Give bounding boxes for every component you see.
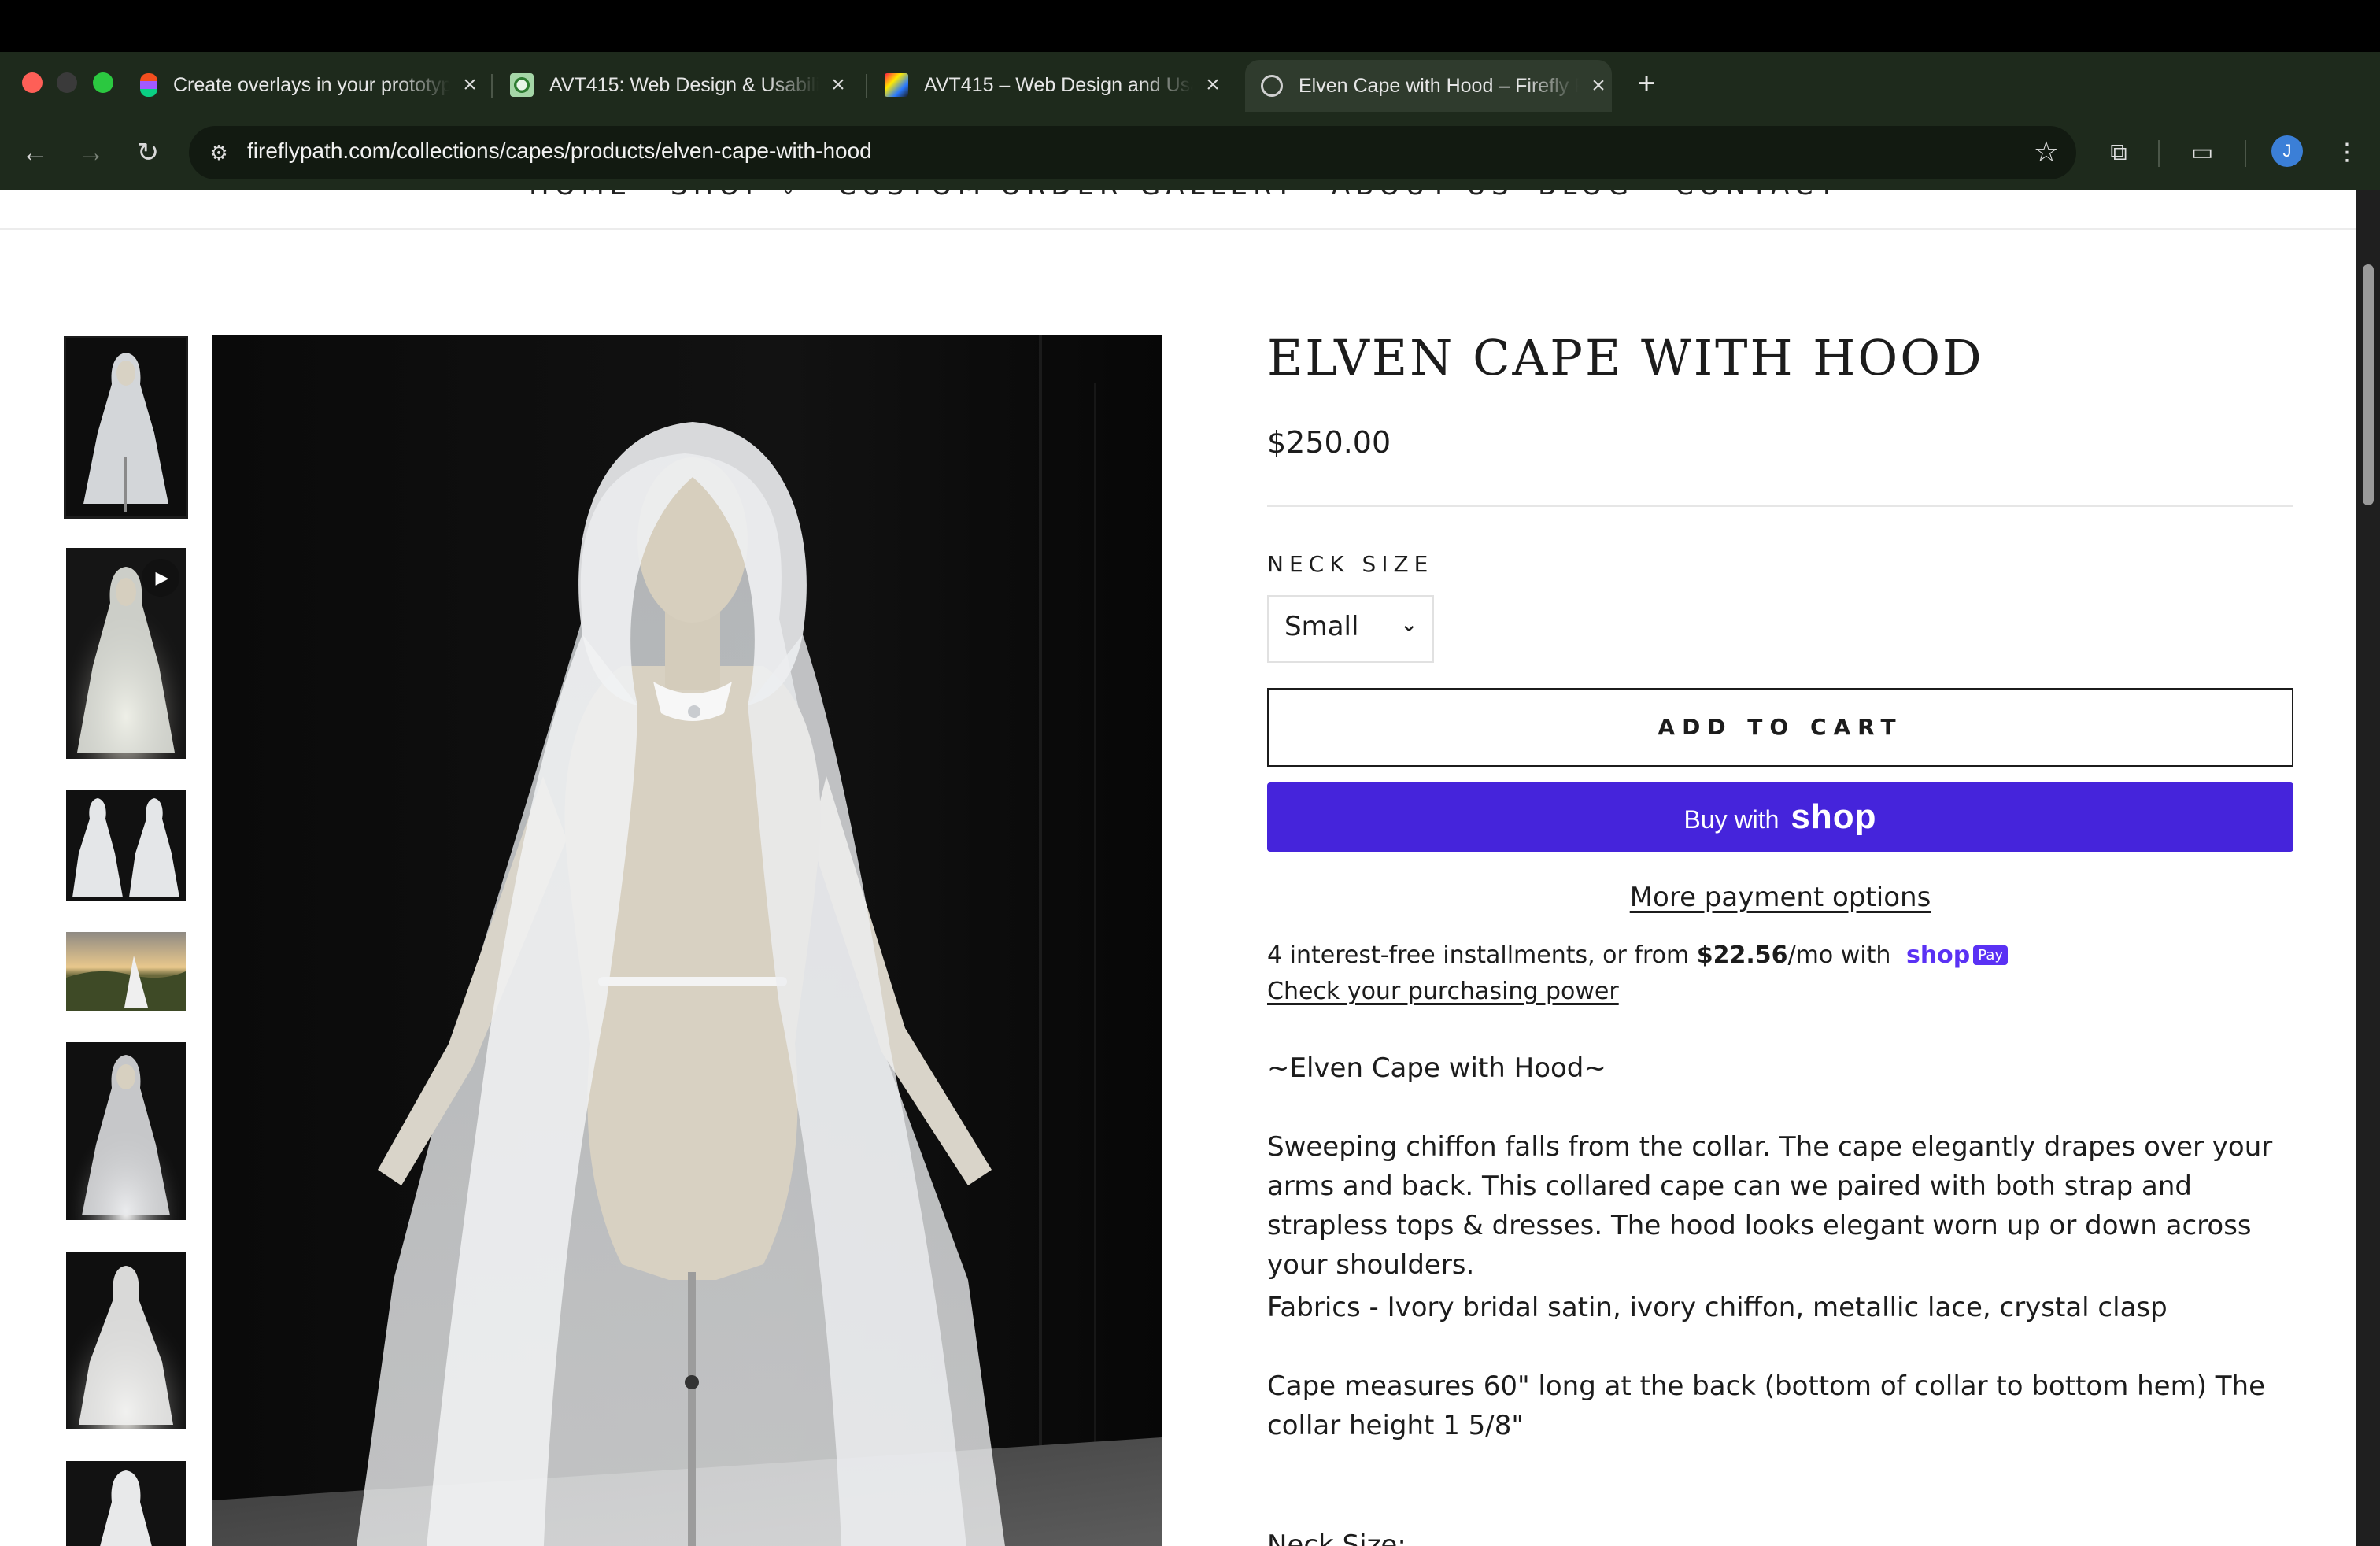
toolbar-divider bbox=[2245, 140, 2246, 167]
shop-pay-logo: shop bbox=[1905, 941, 1971, 969]
tab-divider bbox=[491, 74, 493, 98]
cape-thumbnail-image bbox=[66, 338, 186, 516]
landscape-thumbnail-image bbox=[66, 932, 186, 1011]
nav-blog[interactable]: BLOG bbox=[1538, 190, 1634, 202]
new-tab-button[interactable]: + bbox=[1629, 66, 1664, 101]
cape-thumbnail-image bbox=[66, 1252, 186, 1429]
close-icon[interactable]: × bbox=[1199, 72, 1226, 98]
product-thumbnail[interactable] bbox=[66, 1461, 186, 1546]
browser-tab[interactable]: AVT415 – Web Design and Usability × bbox=[885, 63, 1226, 107]
shop-pay-badge: Pay bbox=[1973, 945, 2009, 965]
profile-avatar[interactable]: J bbox=[2271, 135, 2303, 167]
site-navigation: HOME SHOP ⌄ CUSTOM ORDER GALLERY ABOUT U… bbox=[0, 190, 2356, 230]
neck-size-label: NECK SIZE bbox=[1267, 551, 1434, 577]
nav-custom-order[interactable]: CUSTOM ORDER bbox=[837, 190, 1124, 202]
toolbar-divider bbox=[2158, 140, 2160, 167]
buy-with-shop-button[interactable]: Buy with shop bbox=[1267, 782, 2293, 852]
bookmark-star-icon[interactable]: ☆ bbox=[2034, 135, 2059, 168]
neck-size-select[interactable]: Small ⌄ bbox=[1267, 595, 1434, 663]
globe-icon bbox=[1261, 75, 1283, 97]
tab-title: Elven Cape with Hood – Firefly Path bbox=[1299, 74, 1579, 97]
description-measurements: Cape measures 60" long at the back (bott… bbox=[1267, 1370, 2266, 1441]
close-icon[interactable]: × bbox=[456, 72, 483, 98]
gradient-icon bbox=[885, 73, 908, 97]
close-icon[interactable]: × bbox=[825, 72, 852, 98]
browser-tab[interactable]: AVT415: Web Design & Usability × bbox=[510, 63, 852, 107]
tab-title: Create overlays in your prototype bbox=[173, 73, 450, 96]
page-scrollbar[interactable] bbox=[2356, 190, 2380, 1546]
browser-tab[interactable]: Create overlays in your prototype × bbox=[137, 63, 483, 107]
description-heading: ~Elven Cape with Hood~ bbox=[1267, 1052, 1606, 1084]
nav-shop[interactable]: SHOP ⌄ bbox=[671, 190, 801, 202]
chevron-down-icon: ⌄ bbox=[781, 190, 800, 199]
nav-shop-label: SHOP bbox=[671, 190, 767, 202]
url-text[interactable]: fireflypath.com/collections/capes/produc… bbox=[247, 139, 872, 164]
product-thumbnail[interactable] bbox=[66, 1252, 186, 1429]
close-window-button[interactable] bbox=[22, 72, 42, 93]
cape-mannequin-image bbox=[213, 335, 1162, 1546]
installments-suffix: /mo with bbox=[1787, 941, 1891, 969]
check-purchasing-power-link[interactable]: Check your purchasing power bbox=[1267, 978, 1619, 1005]
divider bbox=[1267, 505, 2293, 507]
installments-amount: $22.56 bbox=[1696, 941, 1788, 969]
product-thumbnail[interactable] bbox=[66, 1042, 186, 1220]
product-thumbnail[interactable] bbox=[66, 932, 186, 1011]
installments-text: 4 interest-free installments, or from $2… bbox=[1267, 941, 2009, 969]
address-bar[interactable]: ⚙ fireflypath.com/collections/capes/prod… bbox=[189, 126, 2076, 179]
scrollbar-thumb[interactable] bbox=[2363, 264, 2374, 505]
cape-thumbnail-image bbox=[66, 790, 186, 901]
nav-contact[interactable]: CONTACT bbox=[1675, 190, 1840, 202]
neck-size-value: Small bbox=[1284, 611, 1359, 642]
maximize-window-button[interactable] bbox=[93, 72, 113, 93]
close-icon[interactable]: × bbox=[1585, 72, 1612, 99]
description-neck-size: Neck Size: bbox=[1267, 1529, 1406, 1546]
browser-tab-active[interactable]: Elven Cape with Hood – Firefly Path × bbox=[1245, 60, 1612, 112]
product-video-thumbnail[interactable]: ▶ bbox=[66, 548, 186, 759]
product-thumbnail[interactable] bbox=[64, 336, 188, 519]
tab-search-icon[interactable]: ▭ bbox=[2186, 137, 2218, 168]
description-paragraph: Sweeping chiffon falls from the collar. … bbox=[1267, 1131, 2273, 1281]
tab-title: AVT415: Web Design & Usability bbox=[549, 73, 819, 96]
installments-prefix: 4 interest-free installments, or from bbox=[1267, 941, 1697, 969]
add-to-cart-button[interactable]: ADD TO CART bbox=[1267, 688, 2293, 767]
nav-about-us[interactable]: ABOUT US bbox=[1332, 190, 1514, 202]
site-settings-icon[interactable]: ⚙ bbox=[206, 140, 231, 165]
tab-title: AVT415 – Web Design and Usability bbox=[924, 73, 1193, 96]
menu-bar bbox=[0, 0, 2380, 52]
play-icon[interactable]: ▶ bbox=[142, 559, 179, 597]
reload-button[interactable]: ↻ bbox=[131, 135, 165, 170]
more-menu-icon[interactable]: ⋮ bbox=[2331, 137, 2363, 168]
canvas-icon bbox=[510, 73, 534, 97]
nav-gallery[interactable]: GALLERY bbox=[1140, 190, 1297, 202]
web-page: HOME SHOP ⌄ CUSTOM ORDER GALLERY ABOUT U… bbox=[0, 190, 2356, 1546]
product-title: ELVEN CAPE WITH HOOD bbox=[1267, 329, 1984, 386]
buy-with-label: Buy with bbox=[1683, 805, 1779, 834]
description-fabrics: Fabrics - Ivory bridal satin, ivory chif… bbox=[1267, 1292, 2168, 1323]
shop-logo: shop bbox=[1791, 797, 1877, 836]
chevron-down-icon: ⌄ bbox=[1399, 611, 1418, 637]
extensions-icon[interactable]: ⧉ bbox=[2103, 137, 2134, 168]
product-main-image[interactable] bbox=[213, 335, 1162, 1546]
minimize-window-button[interactable] bbox=[57, 72, 77, 93]
figma-icon bbox=[140, 73, 157, 97]
cape-thumbnail-image bbox=[66, 1042, 186, 1220]
more-payment-options-link[interactable]: More payment options bbox=[1267, 882, 2293, 913]
nav-home[interactable]: HOME bbox=[529, 190, 632, 202]
tab-divider bbox=[866, 74, 867, 98]
forward-button[interactable]: → bbox=[74, 135, 109, 170]
back-button[interactable]: ← bbox=[17, 135, 52, 170]
product-price: $250.00 bbox=[1267, 425, 1391, 460]
cape-thumbnail-image bbox=[66, 1461, 186, 1546]
product-thumbnail[interactable] bbox=[66, 790, 186, 901]
